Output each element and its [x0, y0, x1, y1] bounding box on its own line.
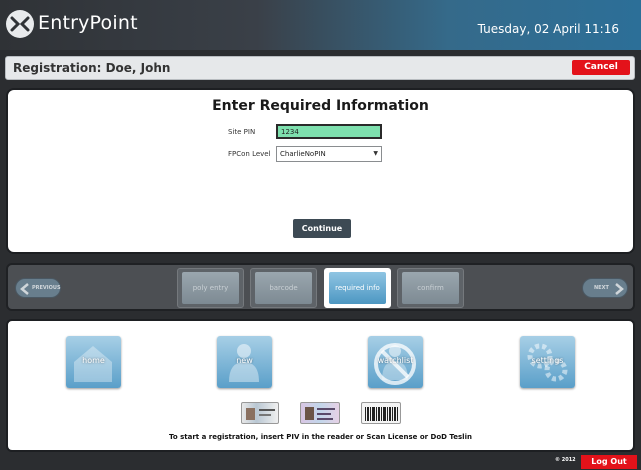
- wizard-navigation: PREVIOUS poly entry barcode required inf…: [6, 263, 635, 311]
- settings-button[interactable]: settings: [520, 336, 575, 388]
- step-label: required info: [335, 284, 380, 292]
- previous-label: PREVIOUS: [32, 285, 61, 291]
- quick-actions-panel: home new watchlist settings To start a r…: [6, 319, 635, 452]
- date-time: Tuesday, 02 April 11:16: [477, 22, 619, 36]
- chevron-down-icon: ▼: [373, 150, 378, 157]
- watchlist-button[interactable]: watchlist: [368, 336, 423, 388]
- new-label: new: [236, 356, 253, 365]
- form-heading: Enter Required Information: [212, 98, 429, 114]
- step-label: confirm: [417, 284, 444, 292]
- step-barcode[interactable]: barcode: [250, 268, 317, 308]
- copyright-text: © 2012: [555, 457, 576, 463]
- step-label: barcode: [269, 284, 298, 292]
- step-label: poly entry: [192, 284, 229, 292]
- fpcon-level-select[interactable]: CharlieNoPIN ▼: [276, 146, 382, 162]
- registration-bar: Registration: Doe, John Cancel: [5, 56, 635, 80]
- home-label: home: [82, 356, 105, 365]
- drivers-license-image: [300, 402, 340, 424]
- continue-button[interactable]: Continue: [293, 219, 351, 238]
- step-confirm[interactable]: confirm: [397, 268, 464, 308]
- next-label: NEXT: [594, 285, 609, 291]
- dod-teslin-barcode-image: [361, 402, 401, 424]
- instruction-text: To start a registration, insert PIV in t…: [169, 433, 472, 441]
- logout-button[interactable]: Log Out: [581, 455, 637, 469]
- piv-card-image: [241, 402, 279, 424]
- previous-button[interactable]: PREVIOUS: [15, 278, 61, 298]
- arrow-right-icon: [615, 283, 624, 295]
- step-required-info[interactable]: required info: [324, 268, 391, 308]
- required-info-panel: Enter Required Information Site PIN FPCo…: [6, 88, 635, 254]
- settings-label: settings: [531, 356, 564, 365]
- cancel-button[interactable]: Cancel: [572, 60, 630, 75]
- entrypoint-logo-icon: [6, 10, 34, 38]
- next-button[interactable]: NEXT: [582, 278, 628, 298]
- step-poly-entry[interactable]: poly entry: [177, 268, 244, 308]
- app-header: EntryPoint Tuesday, 02 April 11:16: [0, 0, 641, 50]
- fpcon-selected-value: CharlieNoPIN: [280, 150, 326, 158]
- home-button[interactable]: home: [66, 336, 121, 388]
- watchlist-label: watchlist: [377, 356, 414, 365]
- new-button[interactable]: new: [217, 336, 272, 388]
- fpcon-level-label: FPCon Level: [228, 150, 271, 158]
- site-pin-label: Site PIN: [228, 128, 256, 136]
- brand-name: EntryPoint: [38, 12, 138, 34]
- registration-title: Registration: Doe, John: [13, 61, 171, 75]
- arrow-left-icon: [20, 283, 29, 295]
- site-pin-input[interactable]: [276, 124, 382, 139]
